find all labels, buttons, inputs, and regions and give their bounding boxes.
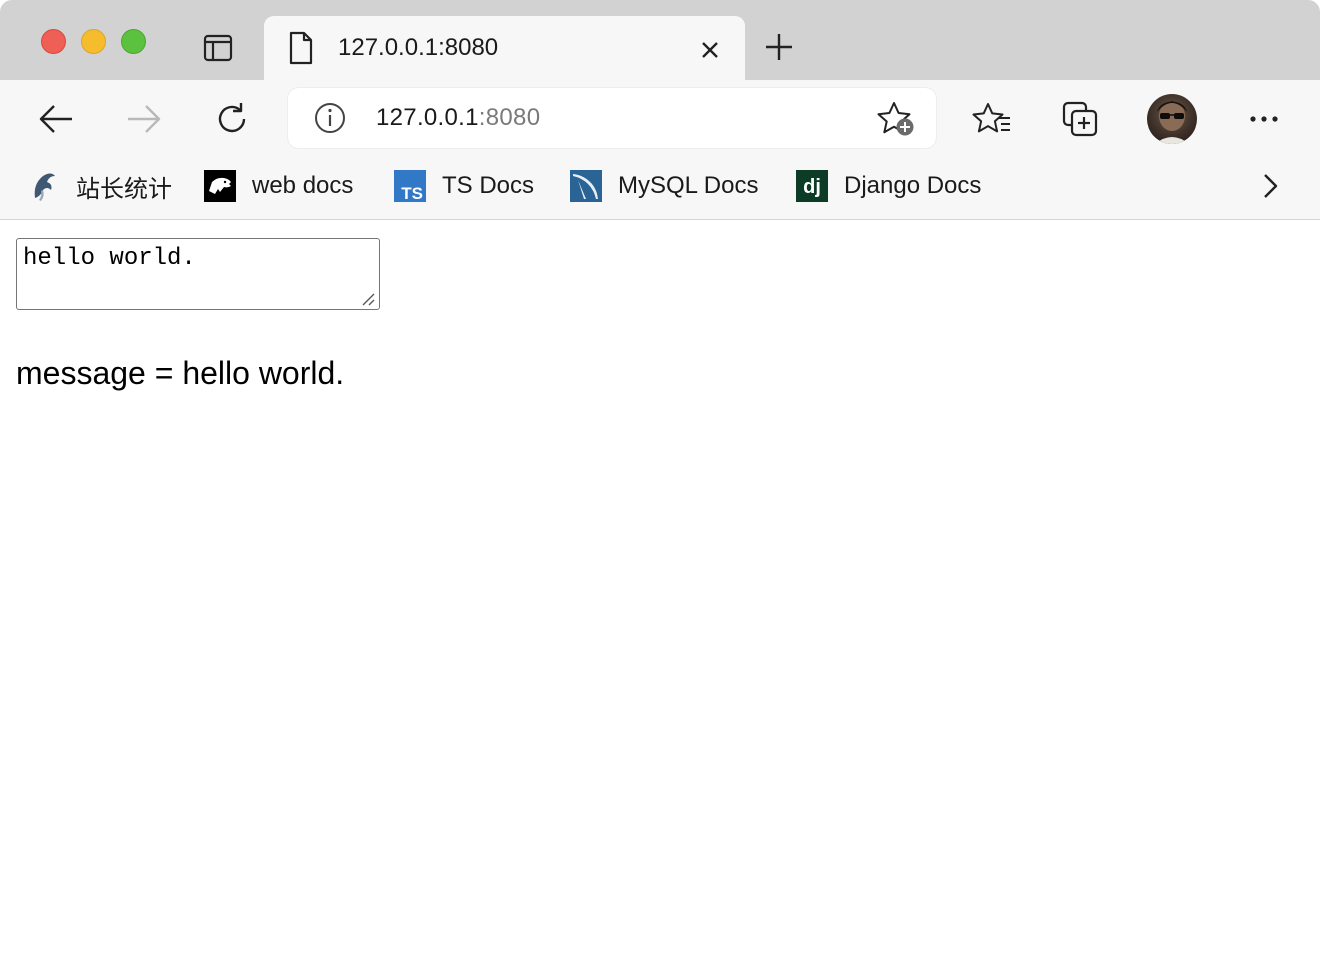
bookmark-label: TS Docs	[442, 172, 535, 199]
forward-button[interactable]	[122, 97, 166, 141]
cnzz-icon	[34, 173, 55, 201]
django-icon: dj	[796, 170, 828, 202]
back-button[interactable]	[34, 97, 78, 141]
message-output: message = hello world.	[16, 355, 345, 391]
bookmark-label: MySQL Docs	[618, 172, 759, 199]
plus-icon	[766, 34, 792, 60]
page-content: hello world. message = hello world.	[0, 221, 1320, 958]
tab-strip: 127.0.0.1:8080	[0, 0, 1320, 80]
bookmark-ts-docs[interactable]: TS TS Docs	[394, 168, 534, 204]
arrow-left-icon	[39, 105, 72, 133]
collections-button[interactable]	[1058, 97, 1102, 141]
tab-active[interactable]: 127.0.0.1:8080	[264, 16, 745, 80]
collections-icon	[1062, 101, 1098, 137]
close-window-button[interactable]	[41, 29, 66, 54]
page-icon	[289, 31, 313, 65]
url-port: :8080	[478, 104, 541, 131]
bookmark-label: web docs	[252, 172, 354, 199]
bookmarks-bar: 站长统计 web docs TS TS Docs MySQL Docs dj D…	[0, 156, 1320, 220]
info-icon[interactable]	[314, 102, 346, 134]
tab-actions-icon	[203, 34, 233, 62]
arrow-right-icon	[128, 105, 161, 133]
add-favorite-icon[interactable]	[876, 100, 916, 138]
mdn-icon	[204, 170, 236, 202]
mysql-icon	[570, 170, 602, 202]
bookmark-label: Django Docs	[844, 172, 982, 199]
svg-text:dj: dj	[803, 176, 821, 198]
message-textarea[interactable]: hello world.	[16, 238, 380, 310]
tab-close-button[interactable]	[696, 36, 724, 64]
bookmark-django-docs[interactable]: dj Django Docs	[796, 168, 981, 204]
more-icon	[1250, 116, 1278, 122]
reload-icon	[218, 103, 246, 133]
chevron-right-icon	[1264, 174, 1278, 198]
address-bar[interactable]: 127.0.0.1:8080	[288, 88, 936, 148]
avatar-image	[1155, 101, 1189, 144]
zoom-window-button[interactable]	[121, 29, 146, 54]
bookmark-cnzz[interactable]: 站长统计	[28, 168, 172, 204]
typescript-icon: TS	[394, 170, 426, 202]
bookmark-web-docs[interactable]: web docs	[204, 168, 353, 204]
bookmarks-overflow-button[interactable]	[1254, 170, 1286, 202]
tab-title: 127.0.0.1:8080	[338, 34, 499, 61]
favorites-icon	[972, 103, 1010, 133]
reload-button[interactable]	[210, 97, 254, 141]
tab-actions-button[interactable]	[198, 30, 238, 66]
minimize-window-button[interactable]	[81, 29, 106, 54]
more-button[interactable]	[1242, 97, 1286, 141]
svg-text:TS: TS	[401, 184, 423, 202]
favorites-button[interactable]	[970, 97, 1014, 141]
url-host: 127.0.0.1	[376, 104, 479, 131]
url-text[interactable]: 127.0.0.1:8080	[376, 104, 540, 132]
browser-window: 127.0.0.1:8080 127.0.0.1:8080 站长统计 web d…	[0, 0, 1320, 958]
bookmark-mysql-docs[interactable]: MySQL Docs	[570, 168, 758, 204]
toolbar: 127.0.0.1:8080	[0, 80, 1320, 156]
bookmark-label: 站长统计	[76, 175, 172, 203]
close-icon	[702, 42, 718, 58]
new-tab-button[interactable]	[760, 28, 798, 66]
profile-avatar[interactable]	[1147, 94, 1197, 144]
